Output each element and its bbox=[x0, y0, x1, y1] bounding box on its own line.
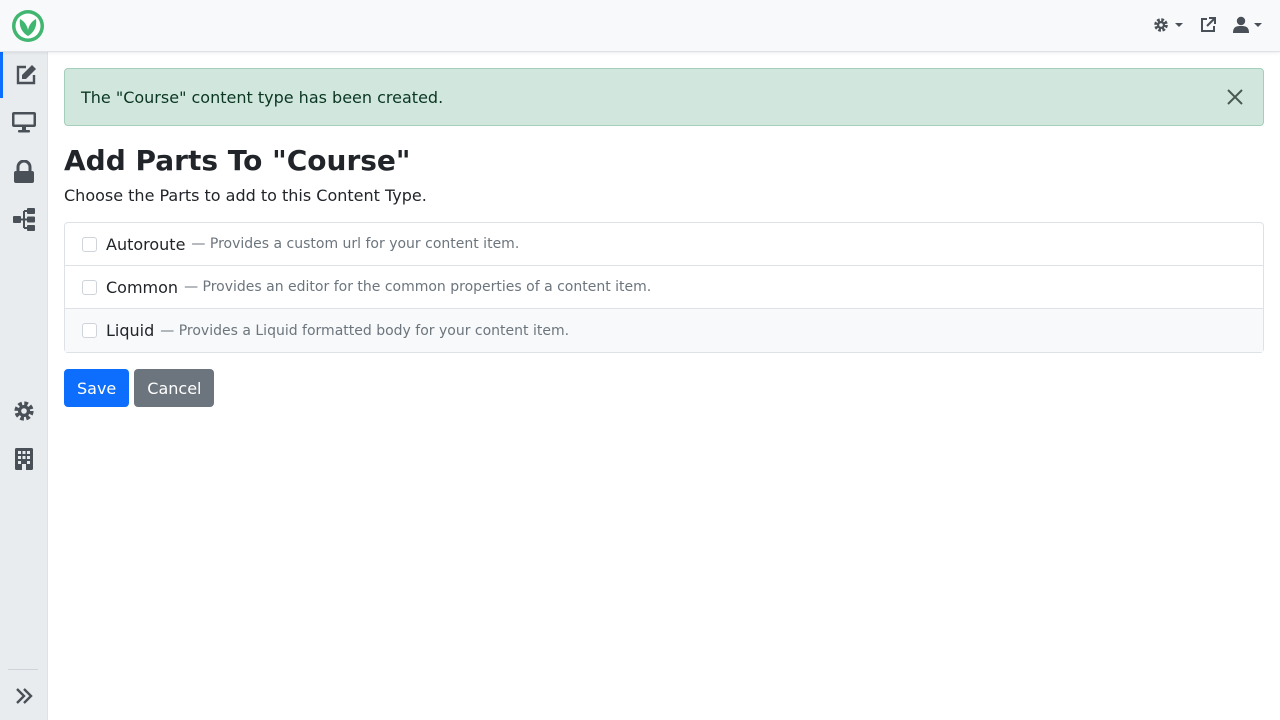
double-chevron-right-icon bbox=[16, 688, 33, 704]
user-icon bbox=[1233, 16, 1249, 33]
part-description: — Provides a Liquid formatted body for y… bbox=[160, 322, 570, 339]
part-name: Autoroute bbox=[106, 234, 186, 254]
top-navbar bbox=[0, 0, 1280, 52]
close-icon bbox=[1227, 89, 1243, 105]
save-button[interactable]: Save bbox=[64, 369, 130, 407]
page-title: Add Parts To "Course" bbox=[64, 144, 411, 177]
list-item: Common — Provides an editor for the comm… bbox=[65, 266, 1263, 309]
part-checkbox-liquid[interactable] bbox=[82, 323, 97, 338]
success-alert: The "Course" content type has been creat… bbox=[64, 68, 1264, 126]
alert-close-button[interactable] bbox=[1223, 85, 1247, 109]
page-subtitle: Choose the Parts to add to this Content … bbox=[64, 186, 427, 205]
parts-list: Autoroute — Provides a custom url for yo… bbox=[64, 222, 1264, 353]
part-name: Common bbox=[106, 277, 179, 297]
sidebar-collapse-button[interactable] bbox=[0, 673, 48, 719]
gear-icon bbox=[14, 401, 34, 421]
sidebar-item-workflows[interactable] bbox=[0, 196, 48, 242]
sidebar-item-design[interactable] bbox=[0, 99, 48, 145]
form-actions: Save Cancel bbox=[64, 369, 1264, 407]
part-name: Liquid bbox=[106, 321, 155, 340]
list-item: Autoroute — Provides a custom url for yo… bbox=[65, 223, 1263, 266]
building-icon bbox=[15, 448, 33, 470]
user-menu-button[interactable] bbox=[1233, 14, 1262, 36]
part-checkbox-autoroute[interactable] bbox=[82, 236, 97, 252]
cancel-button[interactable]: Cancel bbox=[134, 369, 215, 407]
sidebar-item-configuration[interactable] bbox=[0, 388, 48, 434]
sidebar-item-tenants[interactable] bbox=[0, 436, 48, 482]
part-checkbox-common[interactable] bbox=[82, 279, 97, 295]
theme-gear-icon bbox=[1154, 18, 1168, 32]
sidebar-divider bbox=[8, 669, 38, 670]
edit-icon bbox=[16, 65, 36, 85]
sitemap-icon bbox=[13, 208, 35, 231]
theme-toggle-button[interactable] bbox=[1152, 14, 1183, 36]
part-description: — Provides an editor for the common prop… bbox=[184, 279, 652, 295]
caret-down-icon bbox=[1175, 23, 1183, 27]
list-item: Liquid — Provides a Liquid formatted bod… bbox=[65, 309, 1263, 352]
part-description: — Provides a custom url for your content… bbox=[191, 236, 520, 252]
lock-icon bbox=[14, 160, 34, 183]
external-link-icon bbox=[1201, 17, 1216, 32]
orchard-logo-icon[interactable] bbox=[11, 9, 45, 43]
sidebar-item-security[interactable] bbox=[0, 149, 48, 195]
sidebar-item-content[interactable] bbox=[0, 52, 48, 98]
caret-down-icon bbox=[1254, 23, 1262, 27]
main-content: The "Course" content type has been creat… bbox=[64, 68, 1264, 407]
alert-message: The "Course" content type has been creat… bbox=[81, 87, 444, 107]
monitor-icon bbox=[12, 112, 36, 133]
admin-sidebar bbox=[0, 52, 48, 720]
visit-site-button[interactable] bbox=[1199, 14, 1217, 36]
